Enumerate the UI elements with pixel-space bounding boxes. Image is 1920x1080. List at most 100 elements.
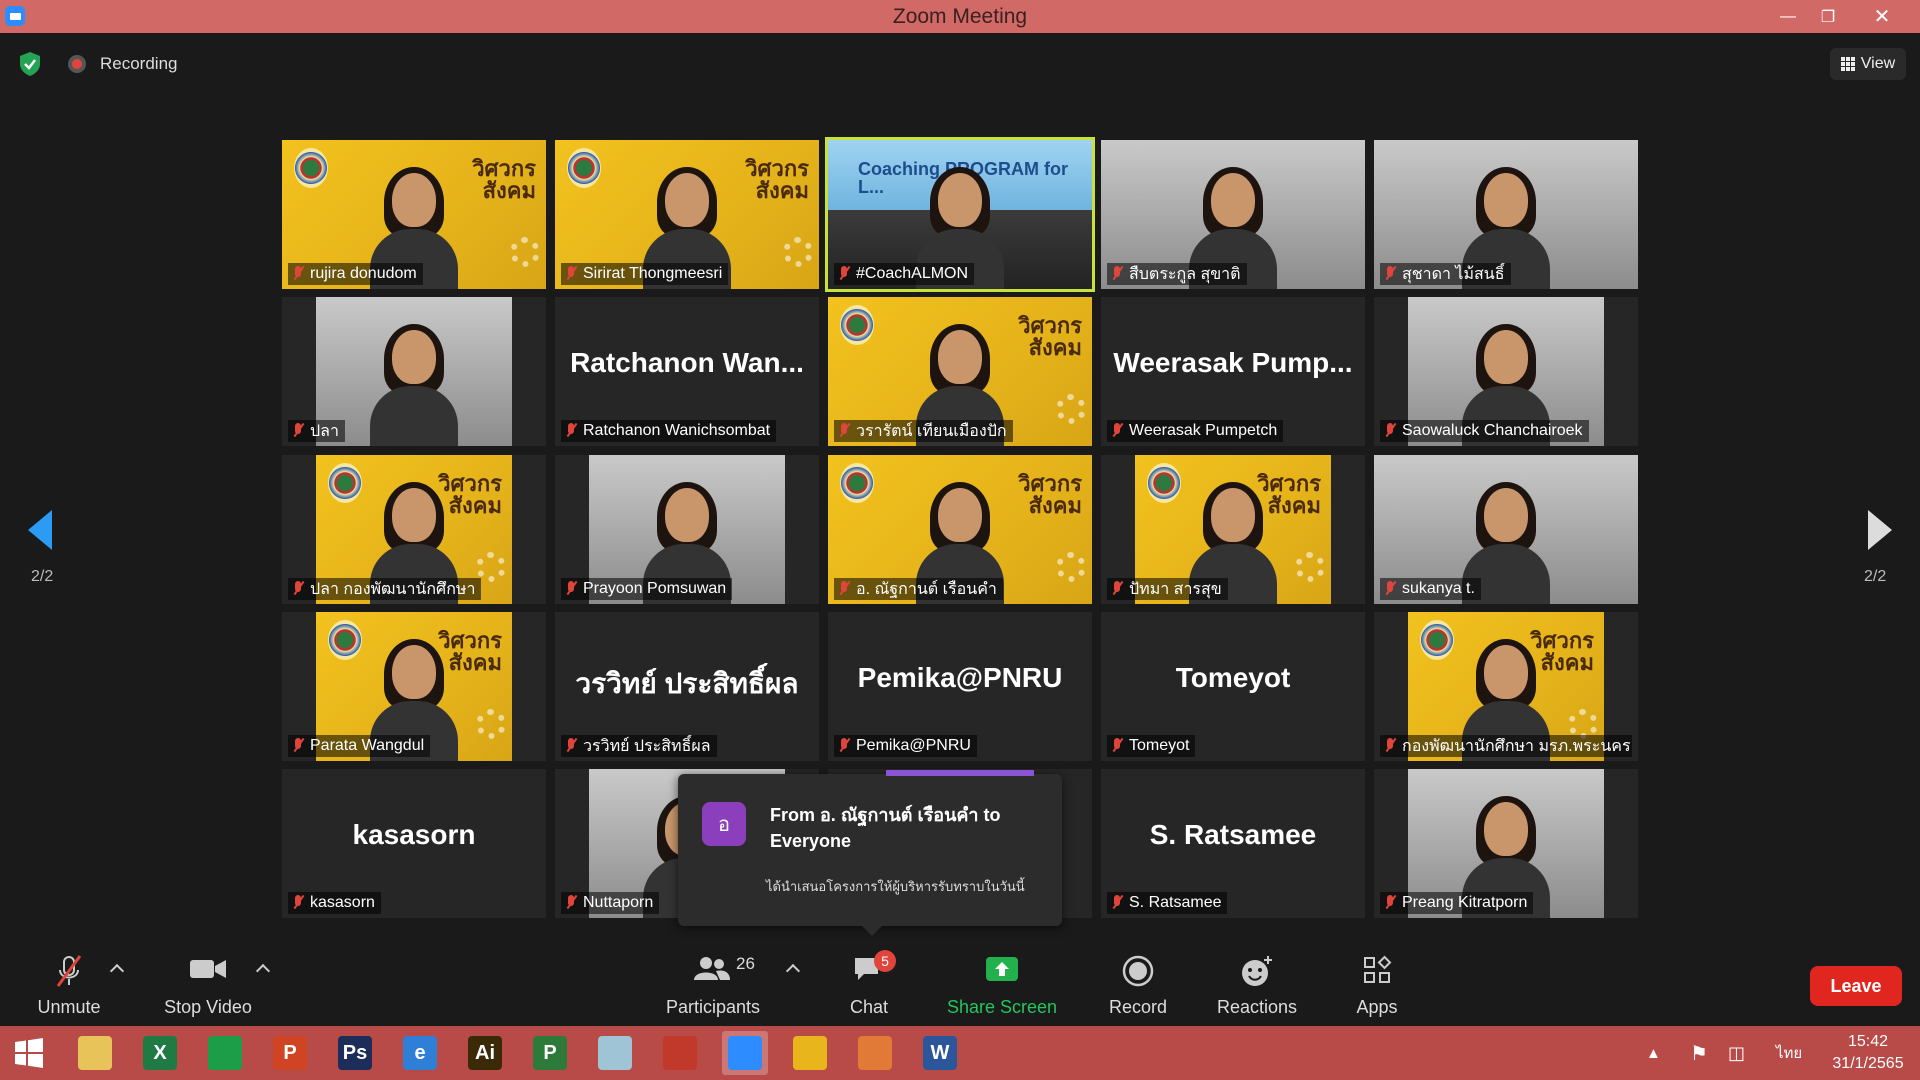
microphone-muted-icon (1111, 266, 1123, 282)
video-tile[interactable]: วรวิทย์ ประสิทธิ์ผล วรวิทย์ ประสิทธิ์ผล (555, 612, 819, 761)
restore-button[interactable]: ❐ (1806, 0, 1850, 33)
video-tile[interactable]: วิศวกร สังคม Parata Wangdul (282, 612, 546, 761)
video-tile[interactable]: Prayoon Pomsuwan (555, 455, 819, 604)
participants-options-chevron-icon[interactable] (785, 963, 801, 979)
video-tile[interactable]: วิศวกร สังคม ปัทมา สารสุข (1101, 455, 1365, 604)
unmute-button[interactable]: Unmute (24, 940, 114, 1026)
video-tile[interactable]: sukanya t. (1374, 455, 1638, 604)
share-screen-button[interactable]: Share Screen (944, 940, 1060, 1026)
chat-button[interactable]: 5 Chat (836, 940, 902, 1026)
participant-name-label: อ. ณัฐกานต์ เรือนคำ (834, 578, 1003, 600)
taskbar-excel-icon[interactable]: X (137, 1031, 183, 1075)
participant-name-label: วรารัตน์ เทียนเมืองปัก (834, 420, 1013, 442)
tray-overflow-icon[interactable]: ▲ (1646, 1026, 1661, 1080)
reactions-button[interactable]: Reactions (1210, 940, 1304, 1026)
video-tile[interactable]: S. Ratsamee S. Ratsamee (1101, 769, 1365, 918)
prev-page-arrow-icon[interactable] (28, 510, 52, 550)
video-tile[interactable]: Tomeyot Tomeyot (1101, 612, 1365, 761)
microphone-muted-icon (565, 266, 577, 282)
participant-name: ปลา กองพัฒนานักศึกษา (310, 580, 476, 598)
taskbar-zoom-icon[interactable] (722, 1031, 768, 1075)
taskbar-photoscape-glyph (663, 1036, 697, 1070)
language-indicator[interactable]: ไทย (1776, 1026, 1802, 1080)
video-tile[interactable]: kasasorn kasasorn (282, 769, 546, 918)
participant-name: อ. ณัฐกานต์ เรือนคำ (856, 580, 997, 598)
video-tile[interactable]: Preang Kitratporn (1374, 769, 1638, 918)
participant-name-label: สืบตระกูล สุขาติ (1107, 263, 1247, 285)
participant-name: Weerasak Pumpetch (1129, 422, 1278, 439)
grid-icon (1840, 57, 1855, 71)
taskbar-project-icon[interactable]: P (527, 1031, 573, 1075)
microphone-muted-icon (565, 895, 577, 911)
network-icon[interactable]: ◫ (1728, 1026, 1745, 1080)
participant-name: S. Ratsamee (1129, 894, 1222, 911)
participant-name-label: สุชาดา ไม้สนธิ์ (1380, 263, 1511, 285)
stop-video-button[interactable]: Stop Video (156, 940, 260, 1026)
participant-name-label: #CoachALMON (834, 263, 975, 285)
video-tile[interactable]: วิศวกร สังคม กองพัฒนานักศึกษา มรภ.พระนคร (1374, 612, 1638, 761)
microphone-muted-icon (565, 423, 577, 439)
participant-name-label: Tomeyot (1107, 735, 1196, 757)
record-label: Record (1108, 997, 1168, 1017)
participant-name-label: Nuttaporn (561, 892, 660, 914)
video-tile[interactable]: วิศวกร สังคม วรารัตน์ เทียนเมืองปัก (828, 297, 1092, 446)
video-tile[interactable]: วิศวกร สังคม rujira donudom (282, 140, 546, 289)
record-button[interactable]: Record (1100, 940, 1176, 1026)
view-button[interactable]: View (1830, 48, 1906, 80)
microphone-muted-icon (292, 738, 304, 754)
participant-name-label: Prayoon Pomsuwan (561, 578, 733, 600)
taskbar-illustrator-icon[interactable]: Ai (462, 1031, 508, 1075)
video-tile[interactable]: สุชาดา ไม้สนธิ์ (1374, 140, 1638, 289)
video-tile[interactable]: Weerasak Pump... Weerasak Pumpetch (1101, 297, 1365, 446)
taskbar-photos-icon[interactable] (852, 1031, 898, 1075)
security-shield-icon[interactable] (18, 51, 42, 77)
participant-display-name: S. Ratsamee (1149, 819, 1317, 850)
chat-unread-badge: 5 (874, 950, 896, 972)
video-tile[interactable]: Ratchanon Wan... Ratchanon Wanichsombat (555, 297, 819, 446)
taskbar-photoscape-icon[interactable] (657, 1031, 703, 1075)
meeting-toolbar: Unmute Stop Video 26 Participants 5 Chat… (0, 940, 1920, 1026)
participants-count: 26 (736, 954, 755, 973)
taskbar-explorer-icon[interactable] (72, 1031, 118, 1075)
participant-name: Tomeyot (1129, 737, 1190, 754)
gear-icon (510, 237, 540, 267)
taskbar-chrome-glyph (793, 1036, 827, 1070)
close-button[interactable]: ✕ (1860, 0, 1904, 33)
minimize-button[interactable]: — (1766, 0, 1810, 33)
chat-notification[interactable]: อ From อ. ณัฐกานต์ เรือนคำ to Everyone ไ… (678, 770, 1062, 936)
taskbar-ie-icon[interactable]: e (397, 1031, 443, 1075)
participants-button[interactable]: 26 Participants (656, 940, 770, 1026)
video-tile[interactable]: Coaching PROGRAM for L... #CoachALMON (825, 137, 1095, 292)
taskbar-powerpoint-glyph: P (273, 1036, 307, 1070)
video-tile[interactable]: ปลา (282, 297, 546, 446)
participant-name-label: S. Ratsamee (1107, 892, 1228, 914)
taskbar-notes-icon[interactable] (592, 1031, 638, 1075)
apps-button[interactable]: Apps (1340, 940, 1414, 1026)
participant-name: ปัทมา สารสุข (1129, 580, 1222, 598)
meeting-topbar: Recording View (0, 33, 1920, 93)
video-tile[interactable]: วิศวกร สังคม ปลา กองพัฒนานักศึกษา (282, 455, 546, 604)
record-icon (1122, 955, 1154, 987)
video-tile[interactable]: วิศวกร สังคม อ. ณัฐกานต์ เรือนคำ (828, 455, 1092, 604)
video-tile[interactable]: Pemika@PNRU Pemika@PNRU (828, 612, 1092, 761)
next-page-arrow-icon[interactable] (1868, 510, 1892, 550)
video-tile[interactable]: Saowaluck Chanchairoek (1374, 297, 1638, 446)
microphone-muted-icon (1384, 581, 1396, 597)
taskbar-store-icon[interactable] (202, 1031, 248, 1075)
action-center-flag-icon[interactable]: ⚑ (1690, 1026, 1708, 1080)
leave-button[interactable]: Leave (1810, 966, 1902, 1006)
taskbar-illustrator-glyph: Ai (468, 1036, 502, 1070)
taskbar-clock[interactable]: 15:42 31/1/2565 (1826, 1031, 1910, 1075)
microphone-muted-icon (1384, 895, 1396, 911)
sender-avatar: อ (702, 802, 746, 846)
taskbar-word-icon[interactable]: W (917, 1031, 963, 1075)
taskbar-chrome-icon[interactable] (787, 1031, 833, 1075)
microphone-muted-icon (1384, 738, 1396, 754)
recording-icon[interactable] (68, 55, 86, 73)
video-tile[interactable]: สืบตระกูล สุขาติ (1101, 140, 1365, 289)
taskbar-photoshop-icon[interactable]: Ps (332, 1031, 378, 1075)
windows-start-icon[interactable] (14, 1038, 44, 1068)
participant-name: สืบตระกูล สุขาติ (1129, 265, 1241, 283)
video-tile[interactable]: วิศวกร สังคม Sirirat Thongmeesri (555, 140, 819, 289)
taskbar-powerpoint-icon[interactable]: P (267, 1031, 313, 1075)
